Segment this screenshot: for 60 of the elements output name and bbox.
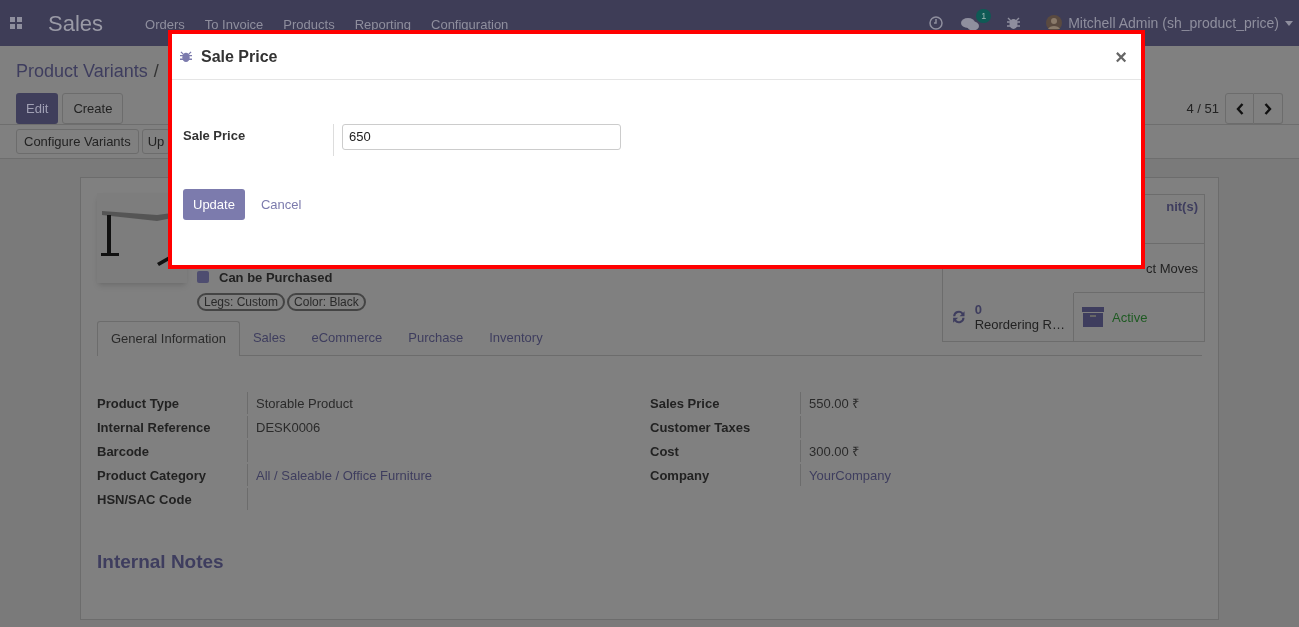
avatar-icon	[1046, 15, 1063, 31]
checkbox-label: Can be Purchased	[219, 268, 333, 287]
bug-icon	[180, 50, 192, 63]
notification-badge: 1	[976, 9, 992, 23]
stat-button[interactable]: Active	[1074, 293, 1205, 342]
field-value: 550.00 ₹	[809, 396, 860, 411]
user-menu[interactable]: Mitchell Admin (sh_product_price)	[1068, 12, 1279, 34]
field-label: Cost	[650, 443, 680, 461]
field-label: Sales Price	[650, 395, 721, 413]
app-title: Sales	[48, 9, 104, 38]
price-input[interactable]: 650	[342, 123, 621, 150]
field-label: Internal Reference	[97, 419, 212, 437]
attribute-tag: Color: Black	[287, 293, 366, 311]
field-link[interactable]: All / Saleable / Office Furniture	[256, 468, 433, 483]
pager-counter: 4 / 51	[1186, 99, 1219, 118]
field-label: Product Category	[97, 467, 208, 485]
apps-menu-icon[interactable]	[10, 17, 22, 29]
dialog-title: Sale Price	[201, 46, 278, 67]
checkbox[interactable]	[197, 271, 209, 284]
tab[interactable]: eCommerce	[298, 321, 396, 355]
breadcrumb-link[interactable]: Product Variants	[16, 58, 148, 85]
field-label: Sale Price	[183, 127, 247, 145]
tab[interactable]: General Information	[97, 321, 240, 356]
field-label: Customer Taxes	[650, 419, 752, 437]
previous-button[interactable]	[1225, 93, 1254, 124]
stat-button[interactable]: 0 Reordering R…	[943, 293, 1074, 342]
close-button[interactable]: ×	[1115, 46, 1127, 67]
archive-icon	[1082, 306, 1104, 328]
section-heading: Internal Notes	[97, 550, 225, 574]
chevron-right-icon	[1264, 102, 1272, 115]
field-value: DESK0006	[256, 420, 321, 435]
edit-button[interactable]: Edit	[16, 93, 59, 124]
stat-label: nit(s)	[1166, 199, 1198, 214]
create-button[interactable]: Create	[62, 93, 124, 124]
stat-label: Reordering R…	[974, 317, 1065, 332]
field-value: Storable Product	[256, 396, 353, 411]
bug-icon	[1007, 16, 1021, 30]
field-label: Product Type	[97, 395, 181, 413]
stat-value: 0	[974, 302, 983, 317]
field-value: 300.00 ₹	[809, 444, 860, 459]
caret-icon	[1285, 20, 1293, 26]
action-button[interactable]: Configure Variants	[16, 129, 139, 154]
field-label: HSN/SAC Code	[97, 491, 193, 509]
update-button[interactable]: Update	[183, 189, 245, 220]
chevron-left-icon	[1235, 102, 1244, 115]
field-label: Company	[650, 467, 711, 485]
stat-label: Active	[1112, 309, 1148, 325]
tab[interactable]: Sales	[239, 321, 299, 355]
menu-item[interactable]: Orders	[145, 15, 185, 35]
clock-icon	[929, 16, 944, 30]
tab[interactable]: Inventory	[476, 321, 556, 355]
tab[interactable]: Purchase	[395, 321, 477, 355]
attribute-tag: Legs: Custom	[197, 293, 286, 311]
cancel-link[interactable]: Cancel	[260, 194, 302, 215]
field-label: Barcode	[97, 443, 151, 461]
breadcrumb-separator: /	[153, 60, 159, 83]
next-button[interactable]	[1254, 93, 1283, 124]
stat-label: ct Moves	[1146, 260, 1198, 276]
field-link[interactable]: YourCompany	[809, 468, 891, 483]
chat-icon	[961, 17, 980, 31]
